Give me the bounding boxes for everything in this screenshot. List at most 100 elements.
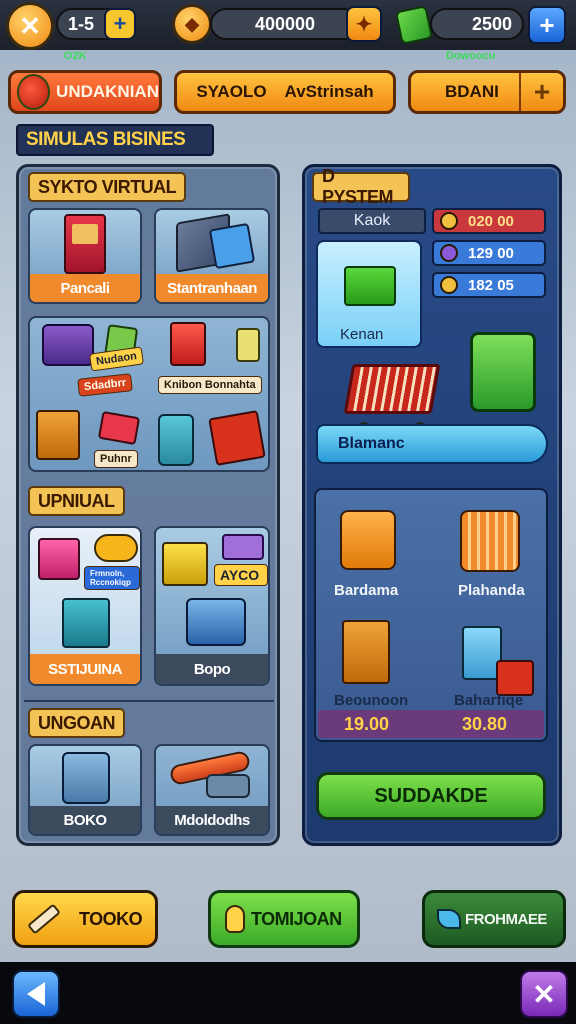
lightbulb-icon bbox=[225, 905, 245, 933]
sticker-knibon: Knibon Bonnahta bbox=[158, 376, 262, 394]
level-add-button[interactable]: + bbox=[104, 8, 136, 40]
coins-value: 400000 bbox=[254, 13, 316, 34]
tab-undaknian[interactable]: UNDAKNIAN bbox=[8, 70, 162, 114]
section-d-pystem: D PYSTEM bbox=[312, 166, 410, 207]
red-box-icon bbox=[170, 322, 206, 366]
price-row-1: 020 00 bbox=[432, 208, 546, 234]
highlight-label: Kenan bbox=[340, 326, 384, 343]
cart-label-bar[interactable]: Blamanc bbox=[316, 424, 548, 464]
shield-coin-icon: ◆ bbox=[172, 4, 212, 44]
card-boko-label: BOKO bbox=[30, 806, 140, 834]
highlight-product-card[interactable]: Kenan bbox=[316, 240, 422, 348]
card-stantranhaan-label: Stantranhaan bbox=[156, 274, 268, 302]
tomijoan-label: TOMIJOAN bbox=[251, 908, 342, 929]
product-card-bopo[interactable]: AYCO Bopo bbox=[154, 526, 270, 686]
coins-add-button[interactable]: ✦ bbox=[346, 6, 382, 42]
tab-syaolo-label2: AvStrinsah bbox=[284, 82, 374, 101]
eraser-icon bbox=[206, 774, 250, 798]
coins-pill: 400000 bbox=[210, 8, 360, 40]
suddakde-label: SUDDAKDE bbox=[374, 784, 488, 807]
gem-icon bbox=[394, 5, 434, 45]
green-bag-icon bbox=[470, 332, 536, 412]
orange-basket-icon[interactable] bbox=[340, 510, 396, 570]
purple-box-icon bbox=[222, 534, 264, 560]
apple-icon bbox=[17, 74, 51, 110]
kaok-label: Kaok bbox=[353, 212, 391, 229]
vending-machine-icon bbox=[64, 214, 106, 274]
divider-line bbox=[24, 700, 274, 702]
card-pancali-label: Pancali bbox=[30, 274, 140, 302]
sticker-puhnr: Puhnr bbox=[94, 450, 138, 468]
card-bopo-tag: AYCO bbox=[214, 564, 268, 586]
cart-label: Blamanc bbox=[338, 435, 405, 452]
price-row-3: 182 05 bbox=[432, 272, 546, 298]
product-card-cluster[interactable]: Nudaon Sdadbrr Knibon Bonnahta Puhnr bbox=[28, 316, 270, 472]
item-baharfiqe-label: Baharfiqe bbox=[454, 692, 524, 709]
tab-syaolo[interactable]: SYAOLO AvStrinsah bbox=[174, 70, 396, 114]
close-x-button[interactable]: ✕ bbox=[6, 2, 54, 50]
clock-icon bbox=[440, 244, 458, 262]
back-arrow-icon bbox=[27, 982, 45, 1006]
close-button[interactable]: ✕ bbox=[520, 970, 568, 1018]
magazine-icon[interactable] bbox=[342, 620, 390, 684]
basket-icon bbox=[186, 598, 246, 646]
frohmaee-label: FROHMAEE bbox=[465, 910, 547, 928]
mesh-basket-icon[interactable] bbox=[460, 510, 520, 572]
tab-undaknian-label: UNDAKNIAN bbox=[56, 82, 159, 101]
product-card-mdoldodhs[interactable]: Mdoldodhs bbox=[154, 744, 270, 836]
price-row-3-value: 182 05 bbox=[468, 276, 514, 294]
section-sykto-virtual: SYKTO VIRTUAL bbox=[28, 172, 187, 202]
pink-box-icon bbox=[97, 410, 141, 446]
price-row-2-value: 129 00 bbox=[468, 244, 514, 262]
tomijoan-button[interactable]: TOMIJOAN bbox=[208, 890, 360, 948]
gems-add-button[interactable]: + bbox=[528, 6, 566, 44]
green-basket-icon bbox=[344, 266, 396, 306]
back-button[interactable] bbox=[12, 970, 60, 1018]
teal-bottle-icon bbox=[158, 414, 194, 466]
yellow-case-icon bbox=[162, 542, 208, 586]
tab-bdani[interactable]: BDANI + bbox=[408, 70, 566, 114]
jar-icon bbox=[236, 328, 260, 362]
shield-badge-icon bbox=[440, 212, 458, 230]
product-card-boko[interactable]: BOKO bbox=[28, 744, 142, 836]
item-price-1: 19.00 bbox=[344, 714, 390, 734]
goggles-icon bbox=[94, 534, 138, 562]
tooko-button[interactable]: TOOKO bbox=[12, 890, 158, 948]
hand-truck-icon bbox=[208, 410, 266, 466]
close-icon: ✕ bbox=[532, 978, 556, 1010]
section-ungoan: UNGOAN bbox=[28, 708, 125, 738]
gems-sub-label: Dowoocu bbox=[446, 50, 496, 62]
red-cube-icon bbox=[496, 660, 534, 696]
suddakde-button[interactable]: SUDDAKDE bbox=[316, 772, 546, 820]
tablet-icon bbox=[208, 222, 256, 270]
coin-icon bbox=[440, 276, 458, 294]
card-bopo-label: Bopo bbox=[156, 654, 268, 684]
card-mdoldodhs-label: Mdoldodhs bbox=[156, 806, 268, 834]
cash-register-icon bbox=[62, 752, 110, 804]
card-sstijuina-label: SSTIJUINA bbox=[30, 654, 140, 684]
price-row-1-value: 020 00 bbox=[468, 212, 514, 230]
bottom-nav-bar bbox=[0, 962, 576, 1024]
level-sub-label: O2K bbox=[64, 50, 87, 62]
sticker-nudaon: Nudaon bbox=[89, 346, 144, 372]
teal-box-icon bbox=[62, 598, 110, 648]
chest-icon bbox=[42, 324, 94, 366]
tab-bdani-plus-icon: + bbox=[519, 73, 563, 111]
section-upniual: UPNIUAL bbox=[28, 486, 125, 516]
gems-value: 2500 bbox=[471, 13, 512, 34]
tab-bdani-label: BDANI bbox=[445, 82, 499, 101]
product-card-stantranhaan[interactable]: Stantranhaan bbox=[154, 208, 270, 304]
sticker-sdadbrr: Sdadbrr bbox=[77, 373, 133, 397]
gems-pill: 2500 bbox=[430, 8, 524, 40]
product-card-sstijuina[interactable]: Frmnoln, Rccnokiqp SSTIJUINA bbox=[28, 526, 142, 686]
item-plahanda-label: Plahanda bbox=[458, 582, 525, 599]
leaf-icon bbox=[437, 909, 461, 929]
level-value: 1-5 bbox=[68, 13, 95, 34]
kaok-label-plate: Kaok bbox=[318, 208, 426, 234]
frohmaee-button[interactable]: FROHMAEE bbox=[422, 890, 566, 948]
price-row-2: 129 00 bbox=[432, 240, 546, 266]
pencil-icon bbox=[27, 903, 61, 935]
product-card-pancali[interactable]: Pancali bbox=[28, 208, 142, 304]
item-price-2: 30.80 bbox=[462, 714, 508, 734]
crates-icon bbox=[36, 410, 80, 460]
